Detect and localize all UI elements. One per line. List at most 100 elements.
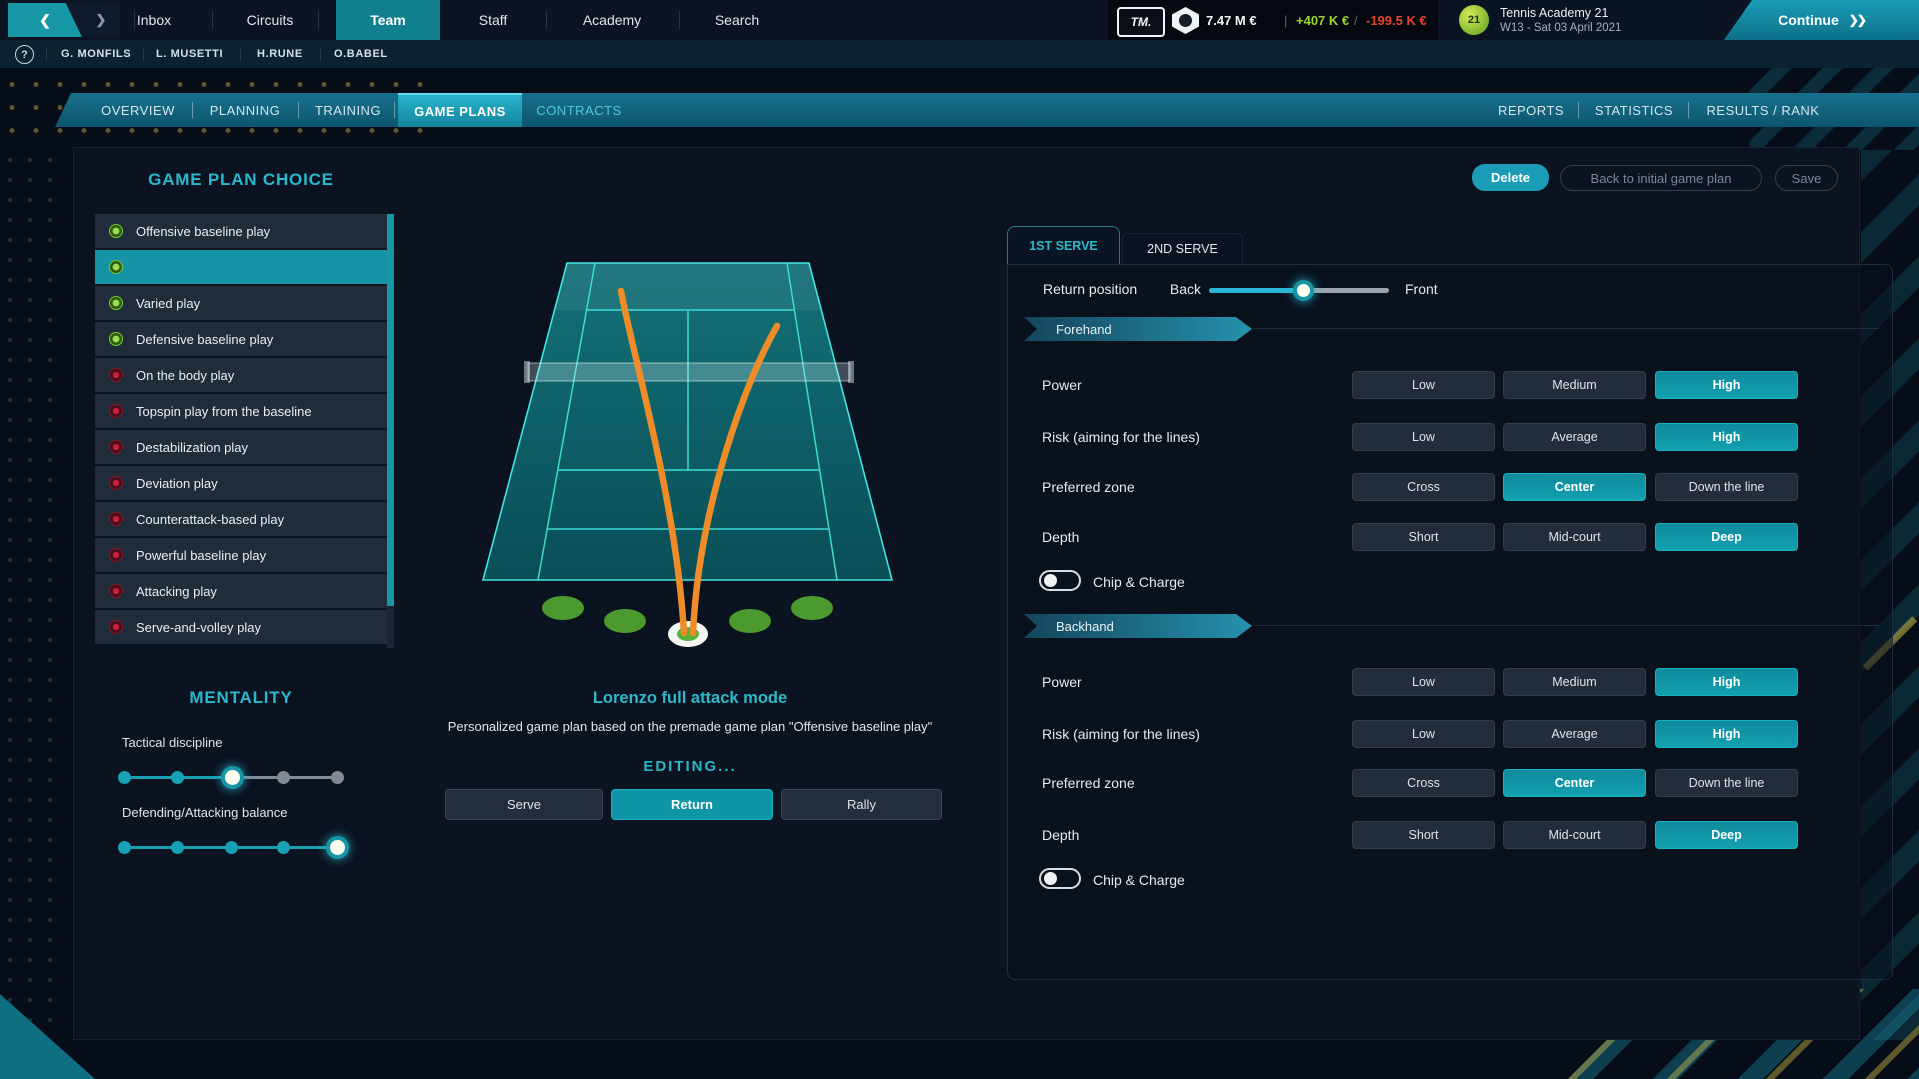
list-item-game-plan[interactable]: Serve-and-volley play — [95, 610, 387, 644]
option-low[interactable]: Low — [1352, 720, 1495, 748]
setting-row-risk: Risk (aiming for the lines) Low Average … — [1007, 423, 1893, 451]
option-center-selected[interactable]: Center — [1503, 473, 1646, 501]
option-cross[interactable]: Cross — [1352, 473, 1495, 501]
forward-button[interactable]: ❯ — [86, 3, 116, 37]
tab-overview[interactable]: OVERVIEW — [91, 93, 185, 127]
option-low[interactable]: Low — [1352, 668, 1495, 696]
list-item-game-plan[interactable]: Counterattack-based play — [95, 502, 387, 536]
defending-attacking-slider[interactable] — [122, 838, 346, 858]
tab-game-plans[interactable]: GAME PLANS — [398, 93, 522, 127]
slider-handle[interactable] — [221, 766, 244, 789]
chip-and-charge-toggle[interactable] — [1039, 570, 1081, 591]
plan-type-icon — [109, 224, 123, 238]
list-item-game-plan[interactable]: Defensive baseline play — [95, 322, 387, 356]
option-short[interactable]: Short — [1352, 821, 1495, 849]
option-medium[interactable]: Medium — [1503, 371, 1646, 399]
slider-step[interactable] — [171, 841, 184, 854]
option-high-selected[interactable]: High — [1655, 668, 1798, 696]
slider-step[interactable] — [225, 841, 238, 854]
list-scrollbar[interactable] — [387, 214, 394, 648]
player-tab-babel[interactable]: O.BABEL — [334, 40, 388, 68]
slider-step[interactable] — [171, 771, 184, 784]
nav-item-search[interactable]: Search — [701, 0, 773, 40]
players-divider — [320, 48, 321, 60]
option-down-the-line[interactable]: Down the line — [1655, 473, 1798, 501]
tab-training[interactable]: TRAINING — [305, 93, 391, 127]
section-header-backhand: Backhand — [1024, 614, 1252, 638]
slider-step[interactable] — [118, 841, 131, 854]
option-mid-court[interactable]: Mid-court — [1503, 821, 1646, 849]
list-item-game-plan[interactable]: Topspin play from the baseline — [95, 394, 387, 428]
mode-button-rally[interactable]: Rally — [781, 789, 942, 820]
nav-item-staff[interactable]: Staff — [465, 0, 522, 40]
slider-handle[interactable] — [326, 836, 349, 859]
tab-contracts[interactable]: CONTRACTS — [526, 93, 631, 127]
list-item-game-plan[interactable]: Offensive baseline play — [95, 214, 387, 248]
section-divider — [1254, 625, 1879, 626]
option-short[interactable]: Short — [1352, 523, 1495, 551]
tactical-discipline-slider[interactable] — [122, 768, 346, 788]
slider-step[interactable] — [118, 771, 131, 784]
option-cross[interactable]: Cross — [1352, 769, 1495, 797]
mode-button-return[interactable]: Return — [611, 789, 773, 820]
option-high-selected[interactable]: High — [1655, 720, 1798, 748]
return-position-fill — [1209, 288, 1303, 293]
plan-type-icon — [109, 260, 123, 274]
list-item-game-plan-selected[interactable] — [95, 250, 387, 284]
chip-and-charge-toggle[interactable] — [1039, 868, 1081, 889]
list-item-game-plan[interactable]: Deviation play — [95, 466, 387, 500]
back-to-initial-button[interactable]: Back to initial game plan — [1560, 165, 1762, 191]
plan-type-icon — [109, 584, 123, 598]
list-item-game-plan[interactable]: Attacking play — [95, 574, 387, 608]
option-down-the-line[interactable]: Down the line — [1655, 769, 1798, 797]
list-item-game-plan[interactable]: Destabilization play — [95, 430, 387, 464]
mode-button-serve[interactable]: Serve — [445, 789, 603, 820]
nav-item-academy[interactable]: Academy — [569, 0, 655, 40]
option-mid-court[interactable]: Mid-court — [1503, 523, 1646, 551]
tab-reports[interactable]: REPORTS — [1488, 93, 1574, 127]
slider-step[interactable] — [331, 771, 344, 784]
list-item-game-plan[interactable]: Powerful baseline play — [95, 538, 387, 572]
option-center-selected[interactable]: Center — [1503, 769, 1646, 797]
forward-icon: ❯ — [96, 12, 107, 28]
option-average[interactable]: Average — [1503, 423, 1646, 451]
list-item-game-plan[interactable]: On the body play — [95, 358, 387, 392]
nav-item-team[interactable]: Team — [336, 0, 440, 40]
option-high-selected[interactable]: High — [1655, 423, 1798, 451]
return-position-max: Front — [1405, 281, 1438, 297]
tab-1st-serve[interactable]: 1ST SERVE — [1007, 226, 1120, 264]
save-button[interactable]: Save — [1775, 165, 1838, 191]
slider-step[interactable] — [277, 841, 290, 854]
player-tab-monfils[interactable]: G. MONFILS — [61, 40, 131, 68]
list-item-game-plan[interactable]: Varied play — [95, 286, 387, 320]
plan-type-icon — [109, 296, 123, 310]
slider-label-tactical-discipline: Tactical discipline — [122, 735, 222, 750]
return-position-handle[interactable] — [1293, 280, 1314, 301]
help-icon[interactable]: ? — [15, 45, 34, 64]
continue-button[interactable]: Continue ❯❯ — [1724, 0, 1919, 40]
tab-2nd-serve[interactable]: 2ND SERVE — [1122, 233, 1243, 264]
option-deep-selected[interactable]: Deep — [1655, 523, 1798, 551]
option-average[interactable]: Average — [1503, 720, 1646, 748]
tab-results-rank[interactable]: RESULTS / RANK — [1697, 93, 1830, 127]
scrollbar-thumb[interactable] — [387, 214, 394, 606]
nav-item-inbox[interactable]: Inbox — [123, 0, 185, 40]
option-deep-selected[interactable]: Deep — [1655, 821, 1798, 849]
nav-item-circuits[interactable]: Circuits — [233, 0, 308, 40]
plan-type-icon — [109, 368, 123, 382]
tab-planning[interactable]: PLANNING — [200, 93, 290, 127]
option-low[interactable]: Low — [1352, 423, 1495, 451]
delete-button[interactable]: Delete — [1472, 164, 1549, 191]
option-low[interactable]: Low — [1352, 371, 1495, 399]
setting-row-preferred-zone: Preferred zone Cross Center Down the lin… — [1007, 473, 1893, 501]
setting-row-preferred-zone: Preferred zone Cross Center Down the lin… — [1007, 769, 1893, 797]
serve-settings-panel: 1ST SERVE 2ND SERVE Return position Back… — [1007, 226, 1893, 979]
setting-row-risk: Risk (aiming for the lines) Low Average … — [1007, 720, 1893, 748]
option-medium[interactable]: Medium — [1503, 668, 1646, 696]
option-high-selected[interactable]: High — [1655, 371, 1798, 399]
game-date: W13 - Sat 03 April 2021 — [1500, 22, 1621, 34]
player-tab-musetti[interactable]: L. MUSETTI — [156, 40, 223, 68]
player-tab-rune[interactable]: H.RUNE — [257, 40, 303, 68]
tab-statistics[interactable]: STATISTICS — [1585, 93, 1683, 127]
slider-step[interactable] — [277, 771, 290, 784]
